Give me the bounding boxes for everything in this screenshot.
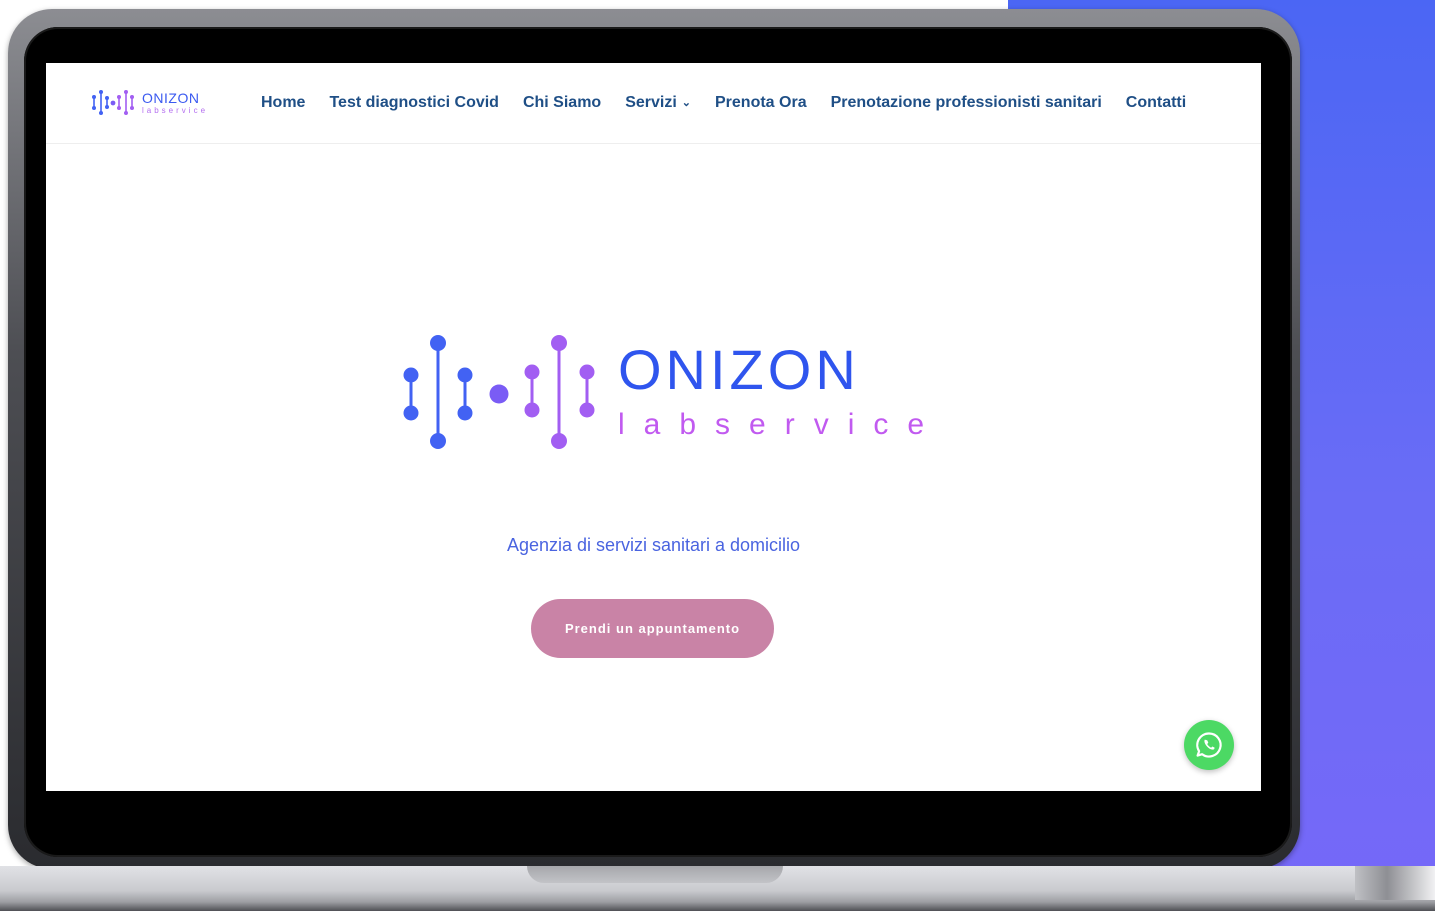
nav-item-contatti[interactable]: Contatti (1126, 94, 1186, 112)
nav-item-servizi[interactable]: Servizi ⌄ (625, 94, 691, 112)
chevron-down-icon: ⌄ (681, 97, 691, 109)
logo-mark-icon (92, 90, 134, 115)
header-logo[interactable]: ONIZON labservice (92, 89, 212, 117)
hero-tagline: Agenzia di servizi sanitari a domicilio (506, 535, 801, 555)
header-logo-subtitle: labservice (142, 106, 209, 115)
whatsapp-button[interactable] (1184, 720, 1234, 770)
nav-item-prenotazione-professionisti[interactable]: Prenotazione professionisti sanitari (831, 94, 1102, 112)
hero-logo-name: ONIZON (618, 338, 860, 401)
header-logo-name: ONIZON (142, 90, 200, 106)
site-header: ONIZON labservice Home Test diagnostici … (46, 63, 1261, 144)
hero-logo: ONIZON labservice (400, 335, 924, 453)
whatsapp-icon (1196, 732, 1222, 758)
hero-logo-subtitle: labservice (618, 408, 944, 441)
main-nav: Home Test diagnostici Covid Chi Siamo Se… (261, 63, 1186, 143)
nav-item-home[interactable]: Home (261, 94, 305, 112)
hero-logo-mark-icon (403, 335, 595, 449)
book-appointment-button[interactable]: Prendi un appuntamento (531, 599, 774, 658)
laptop-hinge-notch (527, 866, 783, 883)
nav-item-prenota-ora[interactable]: Prenota Ora (715, 94, 807, 112)
nav-item-servizi-label: Servizi (625, 94, 677, 111)
nav-item-chi-siamo[interactable]: Chi Siamo (523, 94, 601, 112)
website-screen: ONIZON labservice Home Test diagnostici … (46, 63, 1261, 791)
nav-item-test-diagnostici-covid[interactable]: Test diagnostici Covid (329, 94, 499, 112)
